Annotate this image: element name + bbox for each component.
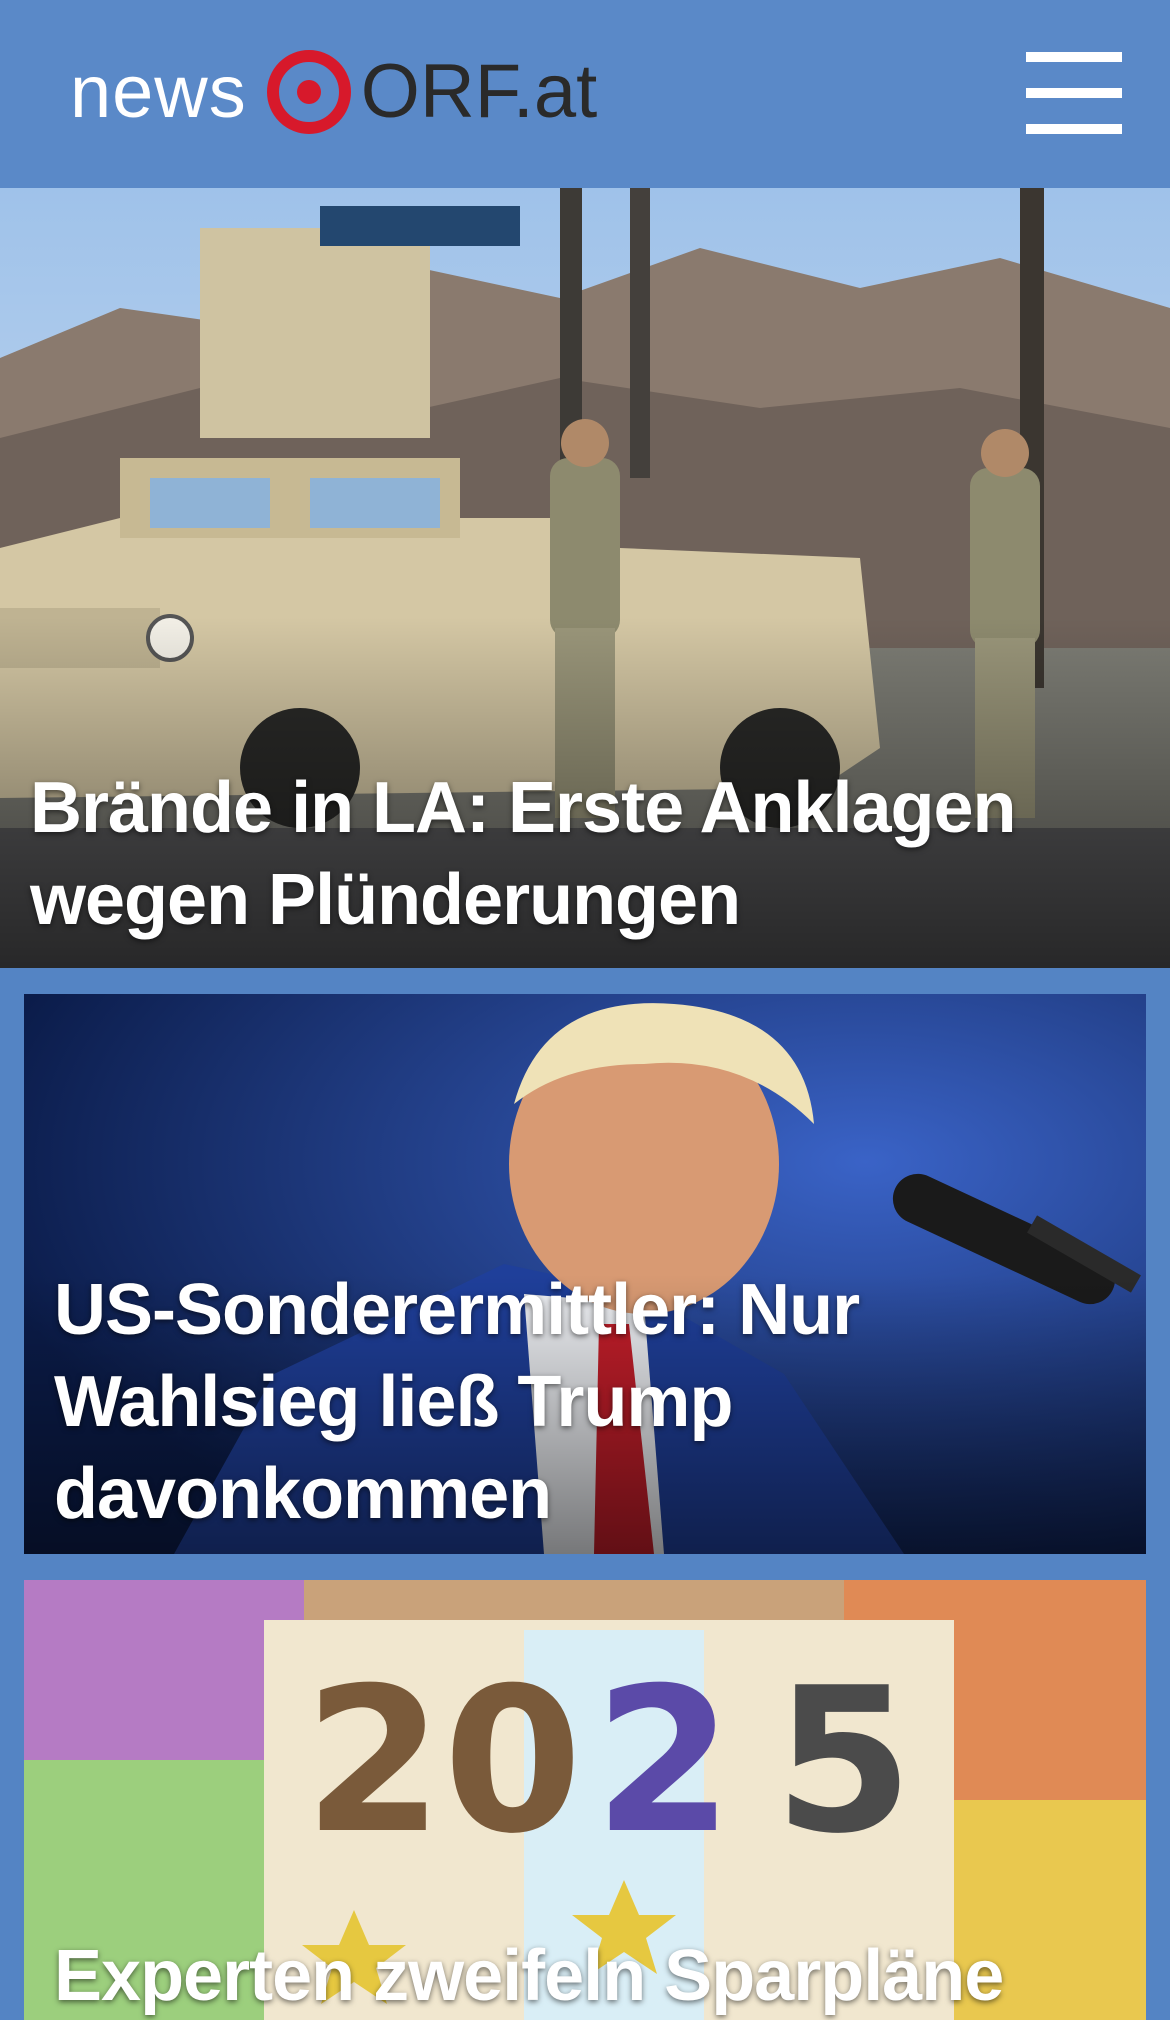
story-card-top[interactable]: Brände in LA: Erste Anklagen wegen Plünd…	[0, 188, 1170, 968]
svg-text:2: 2	[594, 1645, 733, 1878]
story-headline[interactable]: US-Sonderermittler: Nur Wahlsieg ließ Tr…	[54, 1264, 1106, 1540]
story-headline[interactable]: Brände in LA: Erste Anklagen wegen Plünd…	[30, 762, 1140, 946]
story-card-third[interactable]: 20 2 5 Experten zweifeln Sparpläne von	[24, 1580, 1146, 2020]
logo-orf-text: ORF.at	[360, 49, 598, 134]
hamburger-menu-icon[interactable]	[1026, 52, 1122, 134]
svg-text:20: 20	[304, 1645, 582, 1878]
orf-target-icon	[266, 50, 351, 134]
story-card-second[interactable]: US-Sonderermittler: Nur Wahlsieg ließ Tr…	[24, 994, 1146, 1554]
site-header: news ORF.at	[0, 0, 1170, 188]
news-orf-logo[interactable]: news ORF.at	[70, 44, 597, 140]
logo-news-text: news	[70, 50, 247, 133]
story-headline[interactable]: Experten zweifeln Sparpläne von	[54, 1930, 1106, 2020]
svg-text:5: 5	[774, 1645, 913, 1878]
